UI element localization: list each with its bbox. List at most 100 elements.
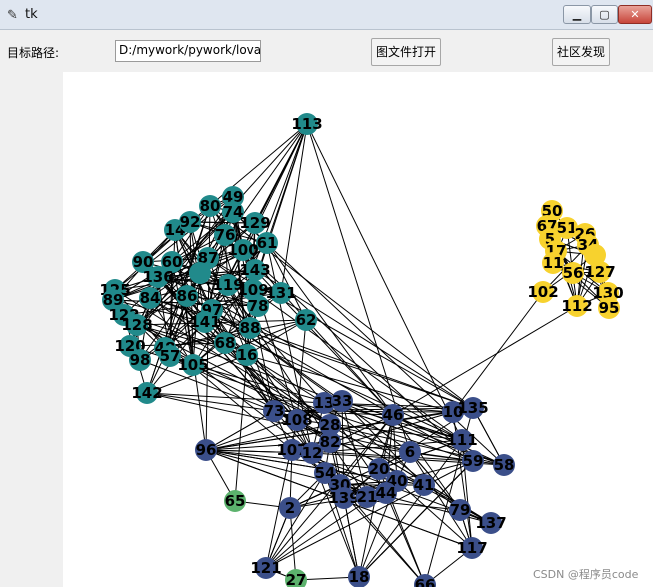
graph-node: 143 (239, 259, 271, 281)
graph-node-label: 41 (414, 476, 435, 494)
graph-node: 128 (121, 314, 153, 336)
graph-node: 121 (250, 557, 282, 579)
graph-node: 141 (189, 311, 221, 333)
graph-node-label: 82 (320, 433, 341, 451)
graph-node-label: 78 (248, 297, 269, 315)
graph-node: 41 (413, 474, 435, 496)
graph-node: 65 (224, 490, 246, 512)
graph-edge (452, 291, 544, 413)
graph-edge (265, 472, 326, 569)
graph-node: 129 (239, 212, 271, 234)
graph-node-label: 131 (265, 284, 296, 302)
graph-node: 117 (456, 537, 488, 559)
graph-node-label: 108 (281, 411, 312, 429)
graph-node-label: 2 (285, 499, 295, 517)
graph-node-label: 117 (456, 539, 487, 557)
maximize-button[interactable]: ▢ (591, 5, 618, 24)
graph-node: 18 (348, 566, 370, 587)
path-label: 目标路径: (7, 46, 60, 60)
graph-node: 2 (279, 497, 301, 519)
open-graph-file-button[interactable]: 图文件打开 (371, 38, 441, 66)
graph-node-label: 137 (475, 514, 506, 532)
graph-node-label: 59 (463, 452, 484, 470)
path-input[interactable]: D:/mywork/pywork/lova (115, 40, 261, 62)
graph-node: 86 (176, 285, 198, 307)
feather-icon: ✎ (7, 8, 18, 23)
graph-node: 112 (561, 295, 593, 317)
graph-node: 100 (227, 239, 259, 261)
graph-node: 111 (446, 429, 478, 451)
minimize-icon: ▁ (572, 8, 582, 21)
graph-node: 142 (131, 382, 163, 404)
graph-edge (385, 492, 426, 586)
graph-node-label: 18 (349, 568, 370, 586)
graph-node: 78 (247, 295, 269, 317)
graph-node: 80 (199, 195, 221, 217)
graph-node-label: 21 (357, 488, 378, 506)
graph-node-label: 135 (457, 399, 488, 417)
graph-node-label: 88 (240, 319, 261, 337)
graph-node-label: 121 (250, 559, 281, 577)
watermark: CSDN @程序员code (533, 568, 639, 581)
network-graph: 1134980741291492766190608713610014312589… (99, 113, 624, 587)
graph-node-label: 66 (415, 576, 436, 587)
graph-node: 139 (328, 487, 360, 509)
graph-node: 127 (584, 261, 616, 283)
graph-node: 58 (493, 454, 515, 476)
graph-edge (266, 123, 308, 244)
graph-node: 12 (301, 442, 323, 464)
graph-node: 68 (214, 332, 236, 354)
graph-node: 95 (598, 297, 620, 319)
graph-canvas[interactable]: 1134980741291492766190608713610014312589… (63, 72, 653, 587)
graph-node-label: 96 (196, 441, 217, 459)
maximize-icon: ▢ (599, 8, 610, 21)
graph-node: 113 (291, 113, 323, 135)
graph-node-label: 142 (131, 384, 162, 402)
graph-node-label: 16 (237, 346, 258, 364)
close-button[interactable]: ✕ (618, 5, 652, 24)
graph-node-label: 80 (200, 197, 221, 215)
graph-node-label: 6 (405, 443, 415, 461)
graph-node-label: 113 (291, 115, 322, 133)
graph-node-label: 102 (527, 283, 558, 301)
graph-node-label: 136 (142, 268, 173, 286)
graph-node-label: 105 (177, 356, 208, 374)
graph-node-label: 84 (140, 289, 161, 307)
minimize-button[interactable]: ▁ (563, 5, 591, 24)
graph-node: 33 (331, 390, 353, 412)
graph-node-label: 95 (599, 299, 620, 317)
graph-node: 27 (285, 569, 307, 587)
graph-node: 79 (449, 499, 471, 521)
graph-nodes: 1134980741291492766190608713610014312589… (99, 113, 624, 587)
graph-node: 11 (542, 252, 564, 274)
graph-node-label: 111 (446, 431, 477, 449)
graph-node-label: 112 (561, 297, 592, 315)
graph-node-label: 129 (239, 214, 270, 232)
window-titlebar[interactable]: ✎ tk ▁ ▢ ✕ (0, 0, 653, 30)
graph-node-label: 62 (296, 311, 317, 329)
graph-node-label: 141 (189, 313, 220, 331)
graph-edge (146, 392, 275, 412)
graph-node: 16 (236, 344, 258, 366)
graph-node: 56 (562, 262, 584, 284)
graph-node-label: 27 (286, 571, 307, 587)
graph-node: 131 (265, 282, 297, 304)
graph-node-label: 139 (328, 489, 359, 507)
graph-node-circle (189, 262, 211, 284)
graph-node: 136 (142, 266, 174, 288)
graph-node: 88 (239, 317, 261, 339)
graph-node-label: 79 (450, 501, 471, 519)
graph-node-label: 98 (130, 351, 151, 369)
graph-node-label: 58 (494, 456, 515, 474)
graph-node-label: 11 (543, 254, 564, 272)
graph-node: 105 (177, 354, 209, 376)
graph-node-label: 33 (332, 392, 353, 410)
community-detection-button[interactable]: 社区发现 (552, 38, 610, 66)
graph-node: 44 (375, 482, 397, 504)
graph-node-label: 143 (239, 261, 270, 279)
graph-node-label: 46 (383, 406, 404, 424)
graph-node: 66 (414, 574, 436, 587)
graph-node: 62 (295, 309, 317, 331)
close-icon: ✕ (630, 8, 640, 21)
graph-node-label: 65 (225, 492, 246, 510)
